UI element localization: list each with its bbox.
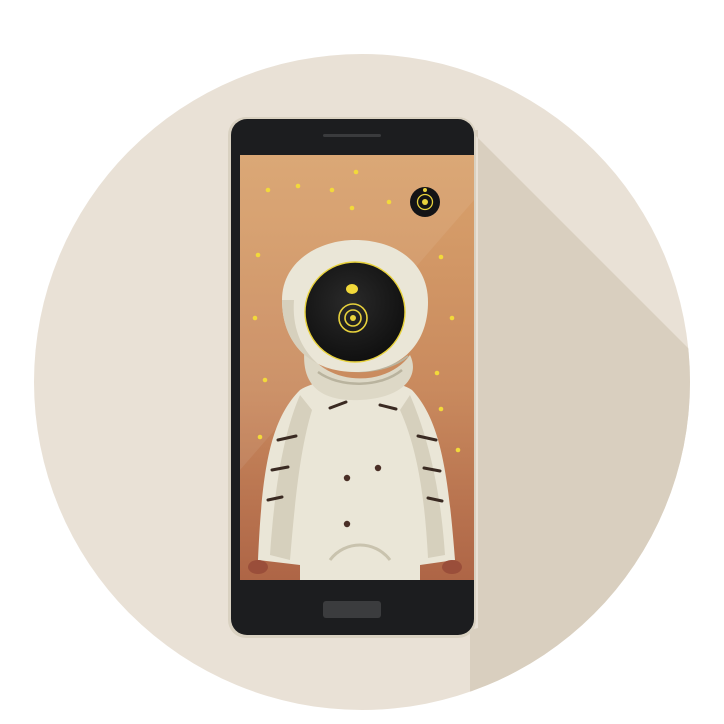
speaker-grille-icon <box>323 134 381 137</box>
illustration <box>34 54 690 710</box>
phone <box>228 117 476 638</box>
home-button-icon <box>323 601 381 618</box>
front-camera-icon <box>410 187 440 217</box>
phone-screen <box>240 155 474 580</box>
